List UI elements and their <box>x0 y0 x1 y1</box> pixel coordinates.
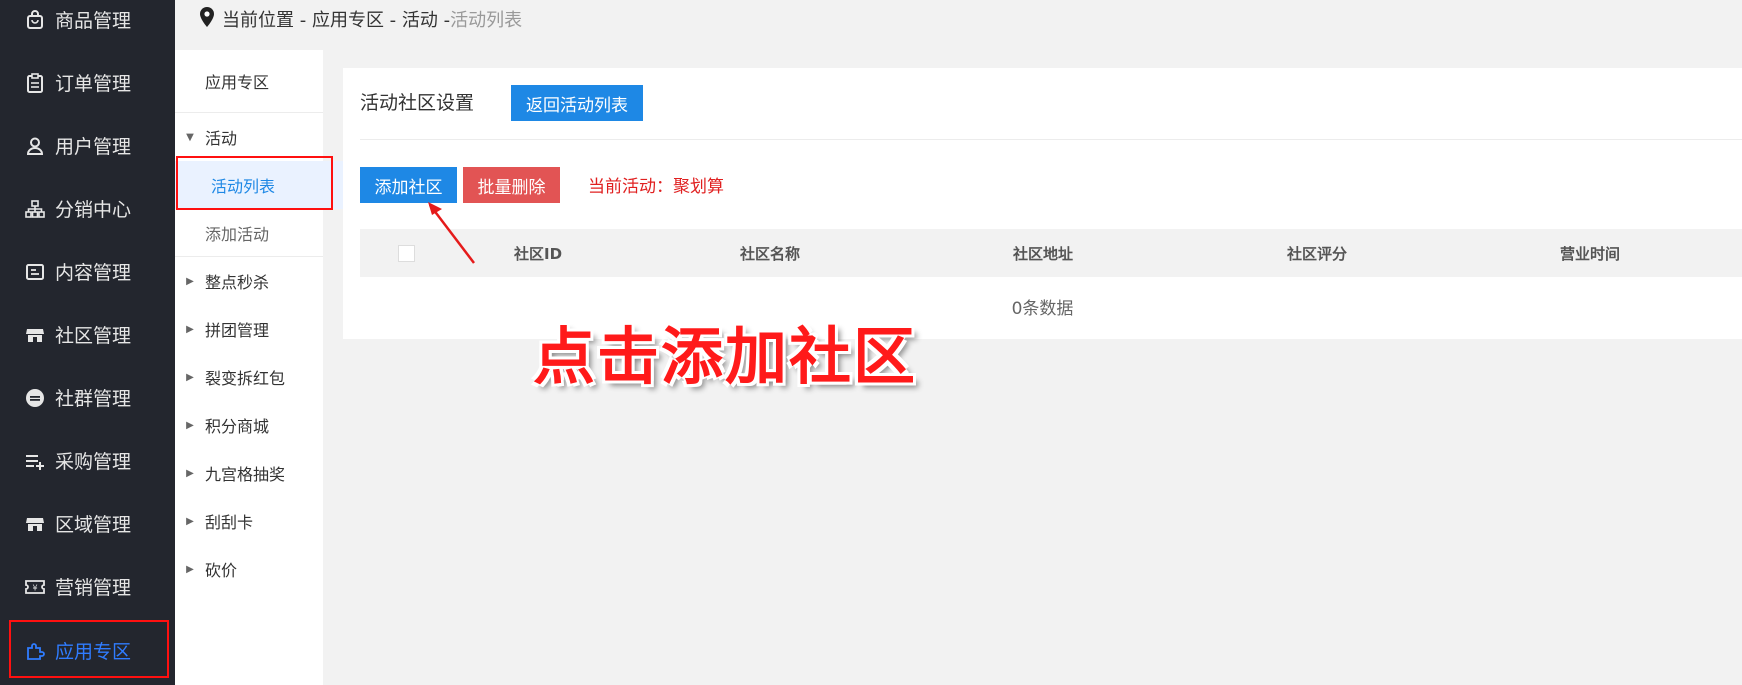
sidebar-item-community[interactable]: 社区管理 <box>0 303 175 366</box>
subnav-group-group-buy[interactable]: ▶ 拼团管理 <box>175 305 323 353</box>
sidebar-item-content[interactable]: 内容管理 <box>0 240 175 303</box>
subnav-group-flash-sale[interactable]: ▶ 整点秒杀 <box>175 257 323 305</box>
caret-right-icon: ▶ <box>186 275 194 287</box>
caret-right-icon: ▶ <box>186 323 194 335</box>
column-header-rating[interactable]: 社区评分 <box>1287 243 1347 264</box>
sidebar-item-label: 社群管理 <box>55 388 132 410</box>
column-header-name[interactable]: 社区名称 <box>740 243 800 264</box>
back-to-activity-list-button[interactable]: 返回活动列表 <box>511 85 643 121</box>
subnav-group-label: 活动 <box>205 129 238 148</box>
subnav-group-label: 积分商城 <box>205 417 270 436</box>
main-panel: 活动社区设置 返回活动列表 添加社区 批量删除 当前活动：聚划算 社区ID 社区… <box>343 68 1742 339</box>
subnav-group-label: 刮刮卡 <box>205 513 254 532</box>
sitemap-icon <box>24 198 46 220</box>
subnav-group-red-packet[interactable]: ▶ 裂变拆红包 <box>175 353 323 401</box>
sidebar-item-region[interactable]: 区域管理 <box>0 492 175 555</box>
clipboard-icon <box>24 72 46 94</box>
sidebar-item-orders[interactable]: 订单管理 <box>0 51 175 114</box>
current-activity-label: 当前活动：聚划算 <box>588 177 724 197</box>
table-header: 社区ID 社区名称 社区地址 社区评分 营业时间 <box>360 229 1742 277</box>
sidebar-item-apps[interactable]: 应用专区 <box>0 619 175 682</box>
content-icon <box>24 261 46 283</box>
subnav-group-label: 九宫格抽奖 <box>205 465 286 484</box>
breadcrumb: 当前位置 - 应用专区 - 活动 - 活动列表 <box>198 4 522 34</box>
puzzle-icon <box>24 640 46 662</box>
main-sidebar: 商品管理 订单管理 用户管理 分销中心 内容管理 社区管理 社群管理 采购管理 … <box>0 0 175 685</box>
subnav-group-scratch-card[interactable]: ▶ 刮刮卡 <box>175 497 323 545</box>
secondary-nav: 应用专区 ▼ 活动 活动列表 添加活动 ▶ 整点秒杀 ▶ 拼团管理 ▶ 裂变拆红… <box>175 50 359 685</box>
ticket-icon: ¥ <box>24 576 46 598</box>
caret-right-icon: ▶ <box>186 467 194 479</box>
playlist-add-icon <box>24 450 46 472</box>
subnav-group-bargain[interactable]: ▶ 砍价 <box>175 545 323 593</box>
sidebar-item-label: 社区管理 <box>55 325 132 347</box>
subnav-group-label: 拼团管理 <box>205 321 270 340</box>
store-icon <box>24 513 46 535</box>
subnav-group-activity[interactable]: ▼ 活动 <box>175 113 323 161</box>
caret-right-icon: ▶ <box>186 371 194 383</box>
svg-text:¥: ¥ <box>32 583 37 592</box>
column-header-id[interactable]: 社区ID <box>514 243 562 264</box>
sidebar-item-label: 采购管理 <box>55 451 132 473</box>
sidebar-item-users[interactable]: 用户管理 <box>0 114 175 177</box>
store-icon <box>24 324 46 346</box>
caret-right-icon: ▶ <box>186 419 194 431</box>
annotation-arrow-icon <box>428 202 475 264</box>
caret-right-icon: ▶ <box>186 563 194 575</box>
user-icon <box>24 135 46 157</box>
location-pin-icon <box>198 6 216 33</box>
subnav-item-activity-list[interactable]: 活动列表 <box>175 161 359 209</box>
shopping-bag-icon <box>24 9 46 31</box>
subnav-group-label: 整点秒杀 <box>205 273 270 292</box>
sidebar-item-label: 商品管理 <box>55 10 132 32</box>
sidebar-item-label: 分销中心 <box>55 199 132 221</box>
minus-circle-icon <box>24 387 46 409</box>
title-divider <box>360 139 1742 140</box>
column-header-address[interactable]: 社区地址 <box>1013 243 1073 264</box>
sidebar-item-label: 营销管理 <box>55 577 132 599</box>
sidebar-item-label: 区域管理 <box>55 514 132 536</box>
column-header-hours[interactable]: 营业时间 <box>1560 243 1620 264</box>
sidebar-item-distribution[interactable]: 分销中心 <box>0 177 175 240</box>
select-all-checkbox[interactable] <box>398 245 415 262</box>
caret-right-icon: ▶ <box>186 515 194 527</box>
subnav-group-label: 裂变拆红包 <box>205 369 286 388</box>
sidebar-item-label: 内容管理 <box>55 262 132 284</box>
sidebar-item-label: 用户管理 <box>55 136 132 158</box>
sidebar-item-label: 应用专区 <box>55 641 132 663</box>
subnav-item-add-activity[interactable]: 添加活动 <box>175 209 353 257</box>
page-title: 活动社区设置 <box>360 92 475 114</box>
sidebar-item-purchase[interactable]: 采购管理 <box>0 429 175 492</box>
breadcrumb-path[interactable]: 当前位置 - 应用专区 - 活动 - <box>222 6 450 32</box>
breadcrumb-current: 活动列表 <box>450 10 523 31</box>
annotation-label: 点击添加社区 <box>533 320 918 393</box>
subnav-group-lottery-grid[interactable]: ▶ 九宫格抽奖 <box>175 449 323 497</box>
caret-down-icon: ▼ <box>186 131 194 143</box>
subnav-group-label: 砍价 <box>205 561 238 580</box>
sidebar-item-marketing[interactable]: ¥ 营销管理 <box>0 555 175 618</box>
subnav-header: 应用专区 <box>175 50 323 113</box>
subnav-group-points-mall[interactable]: ▶ 积分商城 <box>175 401 323 449</box>
sidebar-item-groups[interactable]: 社群管理 <box>0 366 175 429</box>
sidebar-item-products[interactable]: 商品管理 <box>0 0 175 51</box>
sidebar-item-label: 订单管理 <box>55 73 132 95</box>
